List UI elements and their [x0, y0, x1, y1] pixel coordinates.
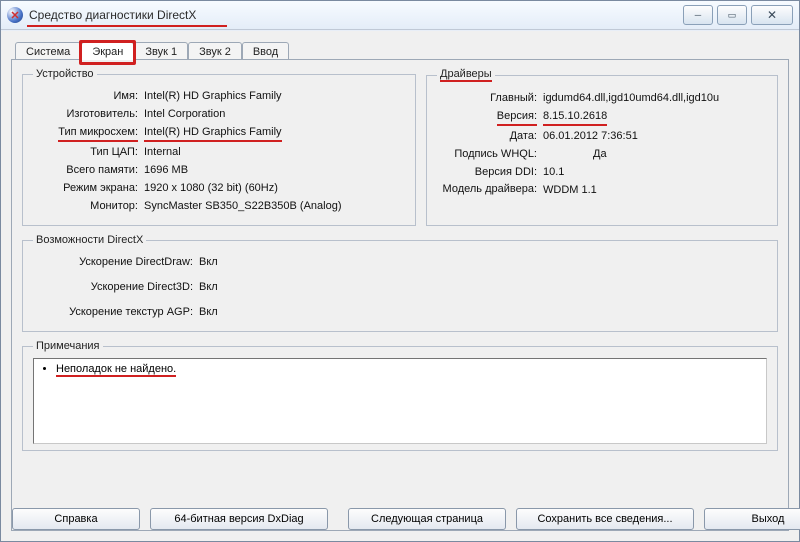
window-title: Средство диагностики DirectX	[29, 8, 196, 22]
tab-sound2[interactable]: Звук 2	[188, 42, 242, 60]
device-name-label: Имя:	[33, 89, 138, 104]
dxdiag64-button[interactable]: 64-битная версия DxDiag	[150, 508, 328, 530]
driver-main-label: Главный:	[437, 91, 537, 106]
notes-item: Неполадок не найдено.	[56, 363, 176, 377]
device-vendor-value: Intel Corporation	[144, 107, 225, 122]
tab-page-display: Устройство Имя: Intel(R) HD Graphics Fami…	[11, 59, 789, 531]
driver-version-label: Версия:	[437, 109, 537, 126]
next-page-button[interactable]: Следующая страница	[348, 508, 506, 530]
driver-ddi-value: 10.1	[543, 165, 564, 180]
tab-strip: Система Экран Звук 1 Звук 2 Ввод	[15, 37, 789, 59]
minimize-button[interactable]: ─	[683, 5, 713, 25]
dxcaps-d3d-label: Ускорение Direct3D:	[33, 280, 193, 295]
help-button[interactable]: Справка	[12, 508, 140, 530]
device-legend: Устройство	[33, 68, 97, 80]
notes-group: Примечания Неполадок не найдено.	[22, 340, 778, 451]
client-area: Система Экран Звук 1 Звук 2 Ввод Устройс…	[11, 37, 789, 531]
close-button[interactable]: ✕	[751, 5, 793, 25]
dxcaps-group: Возможности DirectX Ускорение DirectDraw…	[22, 234, 778, 332]
device-monitor-label: Монитор:	[33, 199, 138, 214]
tab-input[interactable]: Ввод	[242, 42, 289, 60]
device-mem-value: 1696 MB	[144, 163, 188, 178]
title-red-underline	[27, 25, 227, 27]
tab-label: Система	[26, 46, 70, 58]
dxcaps-agp-label: Ускорение текстур AGP:	[33, 305, 193, 320]
driver-main-value: igdumd64.dll,igd10umd64.dll,igd10u	[543, 91, 719, 106]
tab-display[interactable]: Экран	[81, 42, 134, 60]
device-group: Устройство Имя: Intel(R) HD Graphics Fami…	[22, 68, 416, 226]
tab-label: Экран	[92, 46, 123, 58]
dxdiag-window: ✕ Средство диагностики DirectX ─ ▭ ✕ Сис…	[0, 0, 800, 542]
device-dac-label: Тип ЦАП:	[33, 145, 138, 160]
drivers-legend: Драйверы	[437, 68, 495, 82]
notes-textbox[interactable]: Неполадок не найдено.	[33, 358, 767, 444]
driver-whql-value: Да	[593, 147, 607, 162]
device-monitor-value: SyncMaster SB350_S22B350B (Analog)	[144, 199, 342, 214]
device-dac-value: Internal	[144, 145, 181, 160]
driver-ddi-label: Версия DDI:	[437, 165, 537, 180]
device-mode-value: 1920 x 1080 (32 bit) (60Hz)	[144, 181, 278, 196]
drivers-group: Драйверы Главный: igdumd64.dll,igd10umd64…	[426, 68, 778, 226]
tab-label: Ввод	[253, 46, 278, 58]
title-bar: ✕ Средство диагностики DirectX ─ ▭ ✕	[1, 1, 799, 30]
button-row: Справка 64-битная версия DxDiag Следующа…	[12, 508, 788, 530]
maximize-button[interactable]: ▭	[717, 5, 747, 25]
driver-version-value: 8.15.10.2618	[543, 109, 607, 126]
dxcaps-d3d-value: Вкл	[199, 280, 218, 295]
window-controls: ─ ▭ ✕	[683, 5, 793, 25]
dxcaps-agp-value: Вкл	[199, 305, 218, 320]
dxcaps-legend: Возможности DirectX	[33, 234, 146, 246]
driver-model-value: WDDM 1.1	[543, 183, 597, 198]
device-mode-label: Режим экрана:	[33, 181, 138, 196]
device-chip-value: Intel(R) HD Graphics Family	[144, 125, 282, 142]
device-vendor-label: Изготовитель:	[33, 107, 138, 122]
tab-label: Звук 1	[145, 46, 177, 58]
driver-model-label: Модель драйвера:	[437, 183, 537, 198]
tab-sound1[interactable]: Звук 1	[134, 42, 188, 60]
tab-system[interactable]: Система	[15, 42, 81, 60]
driver-date-value: 06.01.2012 7:36:51	[543, 129, 638, 144]
dxcaps-dd-value: Вкл	[199, 255, 218, 270]
dxcaps-dd-label: Ускорение DirectDraw:	[33, 255, 193, 270]
notes-legend: Примечания	[33, 340, 103, 352]
exit-button[interactable]: Выход	[704, 508, 800, 530]
driver-date-label: Дата:	[437, 129, 537, 144]
tab-label: Звук 2	[199, 46, 231, 58]
dxdiag-icon: ✕	[7, 7, 23, 23]
device-mem-label: Всего памяти:	[33, 163, 138, 178]
save-all-button[interactable]: Сохранить все сведения...	[516, 508, 694, 530]
device-name-value: Intel(R) HD Graphics Family	[144, 89, 282, 104]
device-chip-label: Тип микросхем:	[33, 125, 138, 142]
driver-whql-label: Подпись WHQL:	[437, 147, 537, 162]
